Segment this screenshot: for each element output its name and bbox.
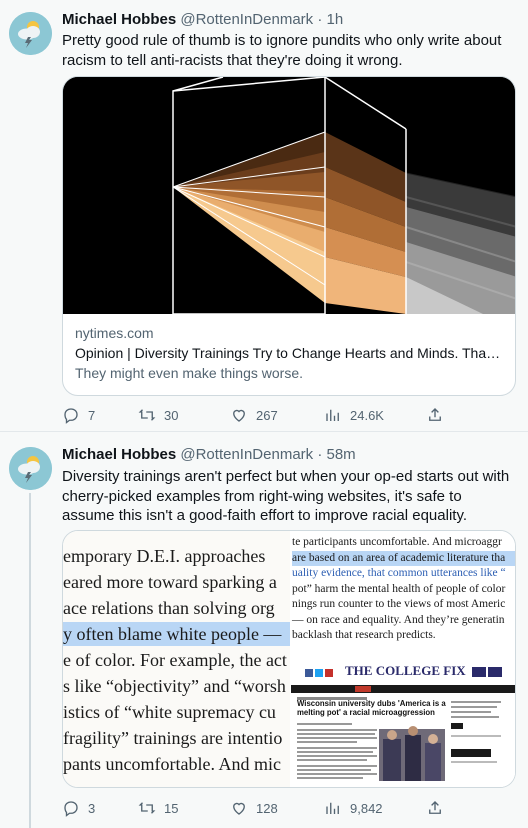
detail-line: nings run counter to the views of most A… [292, 598, 506, 610]
media-image-article-excerpt[interactable]: emporary D.E.I. approaches eared more to… [63, 531, 290, 787]
detail-line-link: uality evidence, that common utterances … [292, 567, 506, 579]
article-headline: Wisconsin university dubs 'America is a … [297, 699, 446, 717]
share-icon [429, 801, 441, 814]
like-button[interactable]: 267 [230, 406, 278, 424]
retweet-count: 15 [164, 800, 179, 816]
excerpt-line-highlighted: y often blame white people — [63, 622, 290, 647]
site-logo: THE COLLEGE FIX [345, 663, 466, 678]
reply-count: 7 [88, 407, 96, 423]
tweet[interactable]: Michael Hobbes @RottenInDenmark · 58m Di… [0, 433, 528, 828]
like-count: 128 [256, 800, 278, 816]
college-fix-screenshot: THE COLLEGE FIX Wisconsin university dub… [291, 659, 515, 787]
tweet-text: Diversity trainings aren't perfect but w… [62, 468, 510, 524]
views-icon [326, 409, 339, 421]
tweet-header: Michael Hobbes @RottenInDenmark · 58m [62, 445, 356, 464]
tweet-actions: 7 30 267 24.6K [62, 406, 442, 426]
reply-icon [64, 408, 78, 424]
tweet-actions: 3 15 128 9,842 [62, 799, 442, 819]
storm-cloud-icon [9, 12, 52, 55]
card-description: They might even make things worse. [75, 365, 303, 381]
reply-button[interactable]: 7 [62, 406, 95, 424]
like-icon [233, 409, 245, 422]
excerpt-line: fragility” trainings are intentio [63, 728, 283, 748]
card-title: Opinion | Diversity Trainings Try to Cha… [75, 345, 503, 361]
thread-line [29, 493, 31, 828]
retweet-icon [138, 802, 156, 814]
share-icon [429, 408, 441, 421]
author-name[interactable]: Michael Hobbes [62, 11, 176, 28]
excerpt-line: eared more toward sparking a [63, 572, 277, 592]
detail-line: pot” harm the mental health of people of… [292, 582, 506, 595]
author-name[interactable]: Michael Hobbes [62, 446, 176, 463]
avatar[interactable] [9, 447, 52, 490]
retweet-button[interactable]: 30 [138, 406, 178, 424]
link-card[interactable]: nytimes.com Opinion | Diversity Training… [62, 76, 516, 396]
retweet-button[interactable]: 15 [138, 799, 178, 817]
tweet-text: Pretty good rule of thumb is to ignore p… [62, 32, 502, 69]
avatar[interactable] [9, 12, 52, 55]
timestamp[interactable]: 1h [327, 11, 344, 28]
detail-line: te participants uncomfortable. And micro… [292, 536, 502, 548]
reply-icon [64, 801, 78, 817]
like-icon [233, 802, 245, 815]
media-image-article-detail[interactable]: te participants uncomfortable. And micro… [291, 531, 515, 787]
share-button[interactable] [426, 799, 444, 817]
share-button[interactable] [426, 406, 444, 424]
media-grid[interactable]: emporary D.E.I. approaches eared more to… [62, 530, 516, 788]
card-domain: nytimes.com [75, 325, 154, 341]
detail-line: — on race and equality. And they’re gene… [292, 613, 505, 626]
excerpt-line: s like “objectivity” and “worsh [63, 676, 286, 696]
card-image [63, 77, 515, 314]
reply-count: 3 [88, 800, 96, 816]
reply-button[interactable]: 3 [62, 799, 95, 817]
excerpt-line: istics of “white supremacy cu [63, 702, 276, 722]
separator: · [317, 446, 323, 463]
tweet[interactable]: Michael Hobbes @RottenInDenmark · 1h Pre… [0, 0, 528, 432]
separator: · [317, 11, 323, 28]
like-button[interactable]: 128 [230, 799, 278, 817]
retweet-count: 30 [164, 407, 179, 423]
views-icon [326, 802, 339, 814]
like-count: 267 [256, 407, 278, 423]
author-handle[interactable]: @RottenInDenmark [180, 446, 313, 463]
tweet-header: Michael Hobbes @RottenInDenmark · 1h [62, 10, 343, 29]
timestamp[interactable]: 58m [327, 446, 356, 463]
views-button[interactable]: 9,842 [324, 799, 383, 817]
views-count: 9,842 [350, 800, 383, 816]
excerpt-line: pants uncomfortable. And mic [63, 754, 281, 774]
excerpt-line: e of color. For example, the act [63, 650, 287, 670]
excerpt-line: ace relations than solving org [63, 598, 275, 618]
storm-cloud-icon [9, 447, 52, 490]
author-handle[interactable]: @RottenInDenmark [180, 11, 313, 28]
views-count: 24.6K [350, 407, 384, 423]
retweet-icon [138, 409, 156, 421]
views-button[interactable]: 24.6K [324, 406, 384, 424]
detail-line: backlash that research predicts. [292, 629, 436, 641]
excerpt-line: emporary D.E.I. approaches [63, 546, 266, 566]
detail-line-highlighted: are based on an area of academic literat… [292, 550, 515, 566]
